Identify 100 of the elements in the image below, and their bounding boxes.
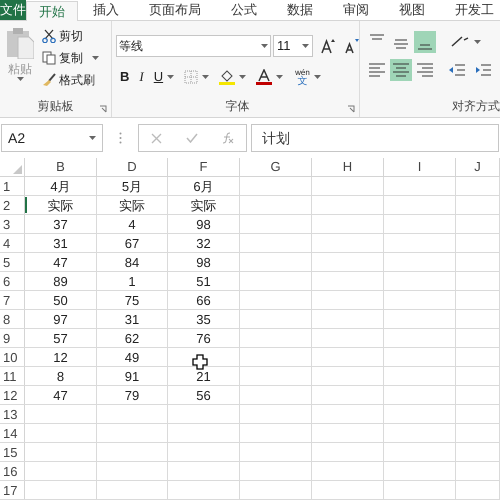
handle-icon[interactable] — [119, 132, 122, 144]
table-cell: 12 — [53, 350, 68, 364]
table-cell: 8 — [56, 370, 64, 382]
caret-icon[interactable] — [167, 75, 174, 79]
table-cell: 91 — [124, 370, 140, 382]
font-color-icon[interactable] — [256, 69, 272, 85]
row-header[interactable]: 14 — [3, 426, 18, 440]
column-header[interactable]: H — [342, 157, 352, 177]
decrease-indent-icon[interactable] — [448, 63, 466, 77]
cursor-icon — [192, 354, 208, 370]
row-header[interactable]: 7 — [3, 294, 10, 306]
selection-indicator — [25, 197, 27, 213]
row-header[interactable]: 3 — [3, 218, 10, 230]
paint-bucket-icon[interactable] — [219, 69, 236, 85]
ribbon-tab[interactable]: 页面布局 — [134, 0, 216, 20]
table-cell: 50 — [53, 294, 68, 306]
column-header[interactable]: F — [200, 157, 208, 177]
row-header[interactable]: 1 — [3, 180, 10, 192]
table-cell: 35 — [196, 312, 211, 326]
font-name-field[interactable]: 等线 — [116, 35, 271, 57]
table-cell: 49 — [124, 350, 140, 364]
ribbon-tab[interactable]: 插入 — [78, 0, 134, 20]
table-cell: 32 — [196, 236, 211, 250]
table-cell: 47 — [53, 256, 68, 268]
dialog-launcher-icon[interactable] — [99, 105, 107, 113]
cut-button[interactable]: 剪切 — [59, 27, 83, 45]
clipboard-icon[interactable] — [6, 27, 34, 59]
table-cell: 98 — [196, 256, 211, 268]
table-cell: 5月 — [122, 180, 142, 192]
formula-input[interactable]: 计划 — [251, 124, 499, 152]
borders-icon[interactable] — [184, 70, 198, 84]
table-cell: 75 — [124, 294, 140, 306]
row-header[interactable]: 17 — [3, 484, 18, 496]
caret-icon[interactable] — [261, 44, 268, 48]
column-header[interactable]: G — [270, 157, 281, 177]
shrink-font-icon[interactable] — [345, 38, 359, 54]
copy-icon[interactable] — [42, 51, 56, 65]
caret-icon[interactable] — [276, 75, 284, 79]
row-header[interactable]: 16 — [3, 464, 18, 478]
caret-icon[interactable] — [16, 77, 24, 81]
table-cell: 1 — [128, 274, 136, 288]
ribbon-tab[interactable]: 公式 — [216, 0, 272, 20]
caret-icon[interactable] — [314, 75, 321, 79]
caret-icon[interactable] — [92, 56, 99, 60]
ribbon-tab[interactable]: 视图 — [384, 0, 440, 20]
column-header[interactable]: D — [127, 157, 137, 177]
table-cell: 21 — [196, 370, 211, 382]
checkmark-icon[interactable] — [186, 133, 198, 143]
caret-icon[interactable] — [474, 40, 481, 44]
bottom-align-icon[interactable] — [414, 31, 436, 53]
caret-icon[interactable] — [239, 75, 246, 79]
table-cell: 57 — [53, 332, 68, 344]
copy-button[interactable]: 复制 — [59, 49, 83, 67]
ribbon-tab[interactable]: 文件 — [0, 0, 26, 20]
table-cell: 79 — [124, 388, 140, 402]
table-cell: 4 — [128, 218, 136, 230]
row-header[interactable]: 5 — [3, 256, 10, 268]
caret-icon[interactable] — [302, 44, 309, 48]
table-cell: 37 — [53, 218, 68, 230]
table-cell: 实际 — [119, 198, 145, 212]
name-box[interactable]: A2 — [1, 124, 103, 152]
center-align-icon[interactable] — [390, 59, 412, 81]
caret-icon[interactable] — [89, 136, 96, 140]
font-size-field[interactable]: 11 — [273, 35, 313, 57]
increase-indent-icon[interactable] — [474, 63, 492, 77]
format-painter-button[interactable]: 格式刷 — [59, 71, 95, 89]
italic-button[interactable]: I — [139, 67, 144, 87]
table-cell: 67 — [124, 236, 140, 250]
table-cell: 实际 — [48, 198, 74, 212]
table-cell: 66 — [196, 294, 211, 306]
underline-button[interactable]: U — [154, 67, 164, 87]
table-cell: 76 — [196, 332, 211, 344]
table-cell: 6月 — [193, 180, 214, 192]
ribbon-tab[interactable]: 开始 — [26, 1, 78, 21]
row-header[interactable]: 9 — [3, 332, 10, 344]
ribbon-tab[interactable]: 审阅 — [328, 0, 384, 20]
caret-icon[interactable] — [202, 75, 210, 79]
grow-font-icon[interactable] — [321, 38, 335, 54]
row-header[interactable]: 15 — [3, 446, 18, 458]
row-header[interactable]: 13 — [3, 408, 18, 420]
dialog-launcher-icon[interactable] — [347, 105, 355, 113]
bold-button[interactable]: B — [120, 67, 130, 87]
paintbrush-icon[interactable] — [42, 73, 56, 87]
table-cell: 4月 — [50, 180, 71, 192]
column-header[interactable]: J — [474, 157, 481, 177]
group-label: 字体 — [226, 98, 250, 115]
phonetic-guide-button[interactable]: wén 文 — [295, 68, 310, 86]
row-header[interactable]: 4 — [3, 236, 10, 250]
ribbon-tab[interactable]: 数据 — [272, 0, 328, 20]
scissors-icon[interactable] — [42, 29, 56, 43]
row-header[interactable]: 2 — [3, 198, 10, 212]
ribbon-tab[interactable]: 开发工 — [440, 0, 500, 20]
row-header[interactable]: 12 — [3, 388, 18, 402]
column-header[interactable]: I — [418, 157, 422, 177]
table-cell: 62 — [124, 332, 140, 344]
row-header[interactable]: 11 — [3, 370, 16, 382]
row-header[interactable]: 8 — [3, 312, 10, 326]
column-header[interactable]: B — [56, 157, 65, 177]
row-header[interactable]: 6 — [3, 274, 10, 288]
row-header[interactable]: 10 — [3, 350, 18, 364]
